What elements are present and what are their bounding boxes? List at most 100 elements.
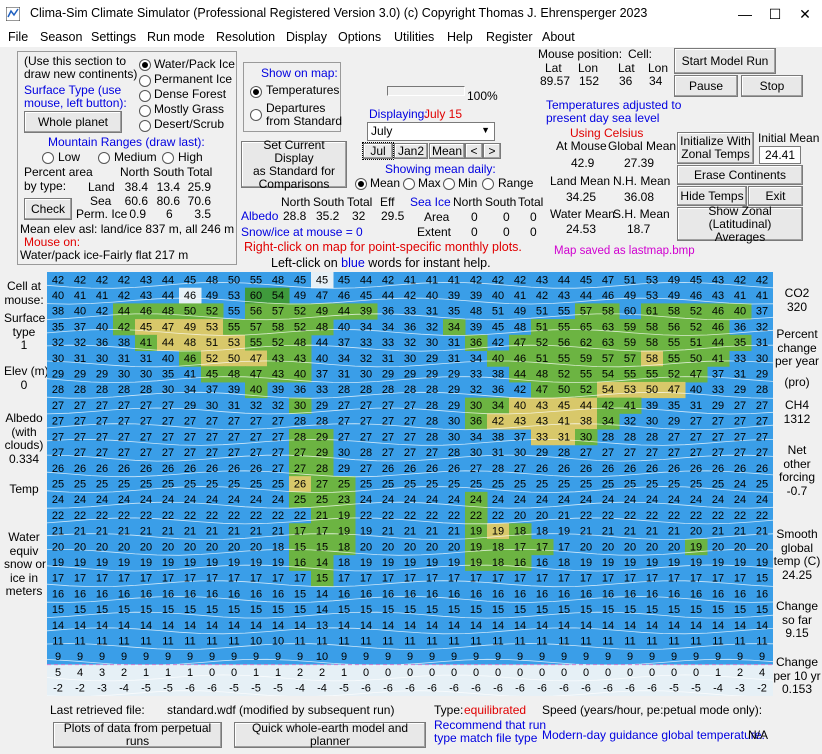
- surface-forest-radio[interactable]: [139, 90, 151, 102]
- cell-lon-value: 34: [649, 74, 663, 88]
- temperature-value: 39: [470, 321, 482, 333]
- jul-button[interactable]: Jul: [362, 142, 394, 160]
- temperature-value: 28: [448, 447, 460, 459]
- pause-button[interactable]: Pause: [674, 75, 738, 97]
- temperature-value: 16: [228, 588, 240, 600]
- temperature-value: 52: [206, 306, 218, 318]
- max-radio[interactable]: [403, 178, 415, 190]
- temperature-value: 58: [272, 321, 284, 333]
- temperature-value: 19: [646, 557, 658, 569]
- menu-season[interactable]: Season: [40, 28, 82, 46]
- surface-type-label-1[interactable]: Surface Type (use: [24, 83, 121, 97]
- guidance-label[interactable]: Modern-day guidance global temperature:: [542, 728, 765, 742]
- temperature-value: 32: [624, 416, 636, 428]
- temperature-value: 9: [737, 651, 743, 663]
- mountain-high-radio[interactable]: [162, 152, 174, 164]
- temperature-value: 17: [492, 573, 504, 585]
- exit-button[interactable]: Exit: [748, 186, 803, 206]
- close-button[interactable]: ✕: [790, 4, 820, 24]
- hide-temps-button[interactable]: Hide Temps: [677, 186, 747, 206]
- set-standard-button[interactable]: Set Current Display as Standard for Comp…: [241, 138, 347, 190]
- mean-button[interactable]: Mean: [429, 143, 465, 159]
- temperature-value: 42: [118, 274, 130, 286]
- temperature-value: 24: [448, 494, 460, 506]
- recommend-line-1[interactable]: Recommend that run: [434, 718, 546, 732]
- climate-map[interactable]: 42 42 42 42 43 44 45 48 50 55 48 45 45 45 44 42 41 41 41 42…: [47, 272, 773, 696]
- erase-continents-button[interactable]: Erase Continents: [677, 165, 803, 185]
- menu-run-mode[interactable]: Run mode: [147, 28, 205, 46]
- temperature-value: 46: [602, 290, 614, 302]
- temperature-value: 16: [404, 588, 416, 600]
- range-radio[interactable]: [482, 178, 494, 190]
- seaice-area-label: Area: [424, 210, 450, 224]
- whole-planet-button[interactable]: Whole planet: [24, 111, 122, 133]
- temperature-value: 14: [492, 620, 504, 632]
- snow-ice-at-mouse[interactable]: Snow/ice at mouse = 0: [241, 225, 363, 239]
- temperature-value: 53: [646, 274, 658, 286]
- temps-adjusted-line-1[interactable]: Temperatures adjusted to: [546, 98, 681, 112]
- show-zonal-averages-button[interactable]: Show Zonal (Latitudinal) Averages: [677, 204, 803, 243]
- start-model-run-button[interactable]: Start Model Run: [674, 48, 776, 74]
- right-side-label: temp (C): [773, 554, 821, 568]
- check-button[interactable]: Check: [24, 198, 72, 220]
- next-button[interactable]: >: [483, 143, 501, 159]
- temperature-value: 43: [140, 290, 152, 302]
- sea-ice-label[interactable]: Sea Ice: [410, 195, 451, 209]
- menu-register[interactable]: Register: [486, 28, 533, 46]
- mountain-ranges-label[interactable]: Mountain Ranges (draw last):: [48, 135, 205, 149]
- temperature-value: 22: [668, 510, 680, 522]
- temperature-value: 19: [338, 526, 350, 538]
- month-select[interactable]: July ▼: [367, 122, 495, 141]
- jan2-button[interactable]: Jan2: [394, 143, 428, 159]
- surface-grass-radio[interactable]: [139, 105, 151, 117]
- menu-options[interactable]: Options: [338, 28, 381, 46]
- surface-water-radio[interactable]: [139, 59, 151, 71]
- temperature-value: 27: [338, 416, 350, 428]
- nh-mean-label: N.H. Mean: [613, 174, 671, 188]
- menu-display[interactable]: Display: [286, 28, 327, 46]
- temperature-value: 19: [118, 557, 130, 569]
- stop-button[interactable]: Stop: [741, 75, 803, 97]
- displaying-label[interactable]: Displaying:: [369, 107, 428, 121]
- area-value: 0.9: [129, 207, 146, 221]
- surface-desert-radio[interactable]: [139, 120, 151, 132]
- temperature-value: 22: [690, 510, 702, 522]
- menu-utilities[interactable]: Utilities: [394, 28, 434, 46]
- minimize-button[interactable]: —: [730, 4, 760, 24]
- temperature-value: 22: [52, 510, 64, 522]
- mountain-medium-radio[interactable]: [98, 152, 110, 164]
- temperature-value: 59: [580, 353, 592, 365]
- quick-whole-earth-button[interactable]: Quick whole-earth model and planner: [234, 722, 426, 748]
- temperatures-radio[interactable]: [250, 86, 262, 98]
- surface-ice-radio[interactable]: [139, 75, 151, 87]
- albedo-label[interactable]: Albedo: [241, 209, 278, 223]
- maximize-button[interactable]: ☐: [760, 4, 790, 24]
- menu-about[interactable]: About: [542, 28, 575, 46]
- departures-radio[interactable]: [250, 109, 262, 121]
- min-radio[interactable]: [443, 178, 455, 190]
- prev-button[interactable]: <: [465, 143, 483, 159]
- recommend-line-2[interactable]: type match file type: [434, 731, 537, 745]
- temperature-value: 55: [250, 337, 262, 349]
- surface-type-label-2[interactable]: mouse, left button):: [24, 96, 127, 110]
- mountain-low-radio[interactable]: [42, 152, 54, 164]
- mean-radio[interactable]: [355, 178, 367, 190]
- temps-adjusted-line-2[interactable]: present day sea level: [546, 111, 659, 125]
- temperature-value: 28: [426, 416, 438, 428]
- menu-resolution[interactable]: Resolution: [216, 28, 275, 46]
- menu-settings[interactable]: Settings: [91, 28, 136, 46]
- right-side-label: 320: [786, 299, 808, 314]
- temperature-value: 49: [668, 290, 680, 302]
- plots-perpetual-button[interactable]: Plots of data from perpetual runs: [53, 722, 222, 748]
- temperature-value: 18: [536, 526, 548, 538]
- menu-help[interactable]: Help: [447, 28, 473, 46]
- show-on-map-label[interactable]: Show on map:: [261, 66, 338, 80]
- initialize-zonal-button[interactable]: Initialize With Zonal Temps: [677, 132, 754, 164]
- temperature-value: 35: [52, 321, 64, 333]
- menu-file[interactable]: File: [8, 28, 28, 46]
- temperature-value: 27: [756, 447, 768, 459]
- showing-mean-label[interactable]: Showing mean daily:: [385, 162, 496, 176]
- temperature-value: 14: [602, 620, 614, 632]
- initial-mean-field[interactable]: 24.41: [759, 146, 801, 164]
- temperature-value: 41: [96, 290, 108, 302]
